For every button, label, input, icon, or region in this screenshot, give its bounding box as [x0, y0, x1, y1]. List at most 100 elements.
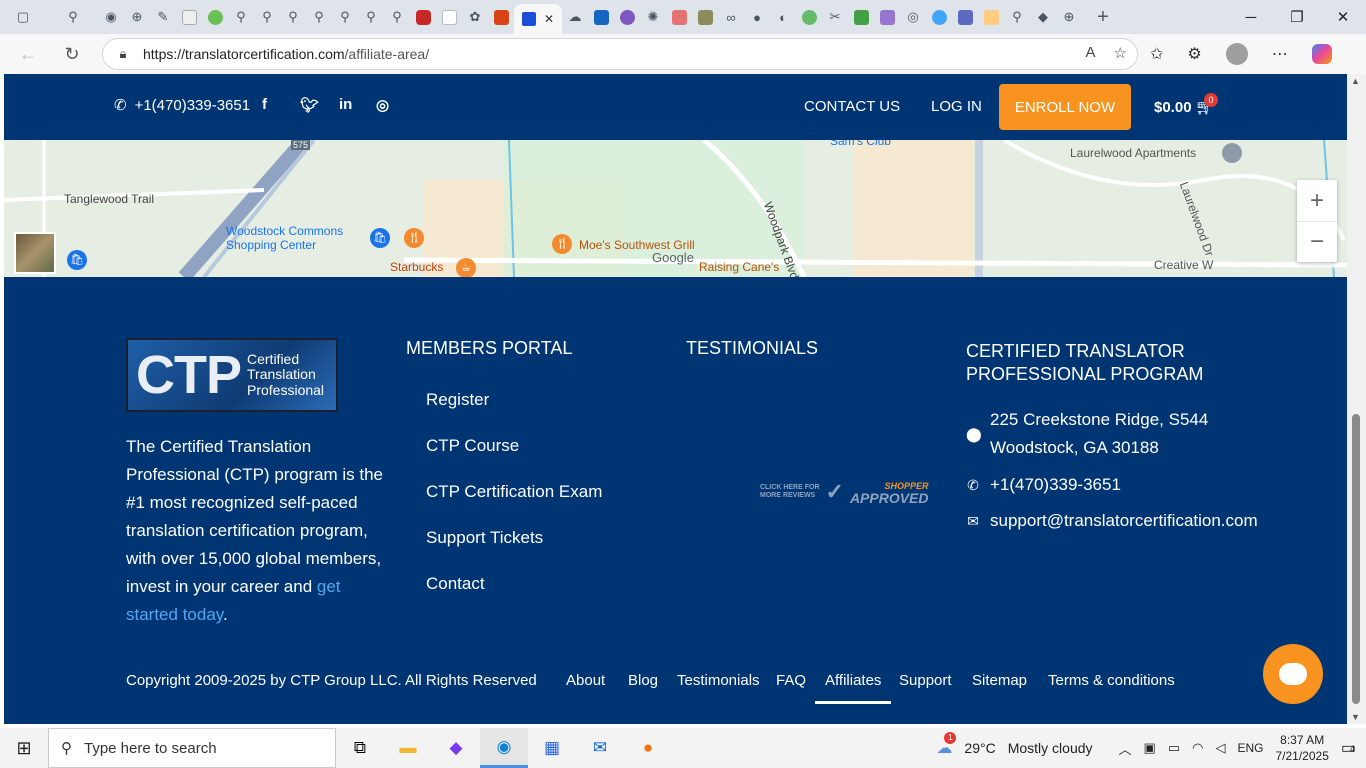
- tab-favicon[interactable]: [692, 4, 718, 30]
- tab-favicon[interactable]: [202, 4, 228, 30]
- cart-total[interactable]: $0.00: [1154, 99, 1192, 116]
- email-row[interactable]: ✉ support@translatorcertification.com: [966, 507, 1258, 535]
- shopper-approved-badge[interactable]: CLICK HERE FOR MORE REVIEWS ✓ SHOPPER AP…: [760, 479, 929, 505]
- outlook-icon[interactable]: ✉: [576, 728, 624, 768]
- search-tab-icon[interactable]: ⚲: [358, 4, 384, 30]
- windows-start-icon[interactable]: ⊞: [0, 728, 48, 768]
- phone-row[interactable]: ✆ +1(470)339-3651: [966, 471, 1121, 499]
- minimize-icon[interactable]: ─: [1228, 0, 1274, 34]
- globe-icon[interactable]: ⊕: [1056, 4, 1082, 30]
- tab-favicon[interactable]: ✺: [640, 4, 666, 30]
- scrollbar-thumb[interactable]: [1352, 414, 1360, 704]
- url-field[interactable]: 🔒︎ https://translatorcertification.com/a…: [102, 38, 1138, 70]
- site-info-icon[interactable]: 🔒︎: [103, 46, 143, 62]
- favorites-icon[interactable]: ✩: [1150, 44, 1163, 64]
- portal-link-contact[interactable]: Contact: [426, 574, 485, 594]
- map-layer-thumbnail[interactable]: [14, 232, 56, 274]
- refresh-icon[interactable]: ↻: [52, 34, 92, 74]
- file-explorer-icon[interactable]: ▬: [384, 728, 432, 768]
- portal-link-register[interactable]: Register: [426, 390, 489, 410]
- twitter-icon[interactable]: 🐦︎: [300, 96, 319, 114]
- tab-favicon[interactable]: [874, 4, 900, 30]
- footer-link-faq[interactable]: FAQ: [776, 672, 806, 689]
- instagram-icon[interactable]: ◎: [376, 96, 389, 114]
- footer-link-blog[interactable]: Blog: [628, 672, 658, 689]
- close-tab-icon[interactable]: ✕: [544, 12, 554, 26]
- tab-favicon[interactable]: [410, 4, 436, 30]
- search-tab-icon[interactable]: ⚲: [254, 4, 280, 30]
- profile-avatar[interactable]: [1225, 43, 1248, 65]
- taskbar-search-box[interactable]: ⚲ Type here to search: [48, 728, 336, 768]
- footer-link-about[interactable]: About: [566, 672, 605, 689]
- taskbar-clock[interactable]: 8:37 AM 7/21/2025: [1275, 732, 1328, 764]
- scroll-down-arrow-icon[interactable]: ▼: [1351, 712, 1360, 722]
- read-aloud-icon[interactable]: A: [1086, 44, 1096, 62]
- tab-favicon[interactable]: [978, 4, 1004, 30]
- portal-link-ctp-course[interactable]: CTP Course: [426, 436, 519, 456]
- tab-favicon[interactable]: ⊕: [124, 4, 150, 30]
- tab-favicon[interactable]: ◆: [1030, 4, 1056, 30]
- close-window-icon[interactable]: ✕: [1320, 0, 1366, 34]
- linkedin-icon[interactable]: in: [339, 96, 352, 113]
- header-phone[interactable]: ✆ +1(470)339-3651: [114, 96, 250, 115]
- portal-link-support-tickets[interactable]: Support Tickets: [426, 528, 543, 548]
- copilot-app-icon[interactable]: ◆: [432, 728, 480, 768]
- log-in-link[interactable]: LOG IN: [931, 98, 982, 115]
- tab-favicon[interactable]: [666, 4, 692, 30]
- search-tab-icon[interactable]: ⚲: [280, 4, 306, 30]
- microsoft-store-icon[interactable]: ▦: [528, 728, 576, 768]
- footer-link-support[interactable]: Support: [899, 672, 952, 689]
- edge-browser-icon[interactable]: ◉: [480, 728, 528, 768]
- task-view-icon[interactable]: ⧉: [336, 728, 384, 768]
- zoom-in-button[interactable]: +: [1297, 180, 1337, 221]
- more-menu-icon[interactable]: ⋯: [1272, 44, 1288, 64]
- search-tab-icon[interactable]: ⚲: [384, 4, 410, 30]
- tab-favicon[interactable]: ◎: [900, 4, 926, 30]
- tab-favicon[interactable]: ∞: [718, 4, 744, 30]
- footer-link-sitemap[interactable]: Sitemap: [972, 672, 1027, 689]
- new-tab-icon[interactable]: +: [1090, 4, 1116, 30]
- search-tab-icon[interactable]: ⚲: [332, 4, 358, 30]
- chevron-up-icon[interactable]: ︿: [1119, 739, 1132, 758]
- tab-favicon[interactable]: [952, 4, 978, 30]
- tab-favicon[interactable]: ◉: [98, 4, 124, 30]
- tab-favicon[interactable]: ✎: [150, 4, 176, 30]
- search-tab-icon[interactable]: ⚲: [1004, 4, 1030, 30]
- embedded-map[interactable]: Tanglewood Trail Woodstock Commons Shopp…: [4, 140, 1347, 277]
- tab-favicon[interactable]: [926, 4, 952, 30]
- copilot-icon[interactable]: [1311, 44, 1332, 64]
- weather-temp[interactable]: 29°C: [964, 740, 995, 756]
- contact-us-link[interactable]: CONTACT US: [804, 98, 900, 115]
- tab-favicon[interactable]: ☁: [562, 4, 588, 30]
- enroll-now-button[interactable]: ENROLL NOW: [999, 84, 1131, 130]
- restore-icon[interactable]: ❐: [1274, 0, 1320, 34]
- chat-launcher-button[interactable]: [1263, 644, 1323, 704]
- footer-link-affiliates[interactable]: Affiliates: [825, 672, 881, 689]
- tab-favicon[interactable]: [588, 4, 614, 30]
- tab-favicon[interactable]: ●: [744, 4, 770, 30]
- battery-icon[interactable]: ▭: [1168, 740, 1180, 756]
- zoom-out-button[interactable]: −: [1297, 221, 1337, 262]
- wifi-icon[interactable]: ◠: [1192, 740, 1203, 756]
- notifications-icon[interactable]: ▭ 4: [1341, 738, 1356, 758]
- tab-favicon[interactable]: [488, 4, 514, 30]
- tab-favicon[interactable]: [796, 4, 822, 30]
- facebook-icon[interactable]: f: [262, 96, 267, 113]
- footer-link-testimonials[interactable]: Testimonials: [677, 672, 760, 689]
- tab-favicon[interactable]: [176, 4, 202, 30]
- tab-favicon[interactable]: ✿: [462, 4, 488, 30]
- scroll-up-arrow-icon[interactable]: ▲: [1351, 76, 1360, 86]
- search-tab-icon[interactable]: ⚲: [306, 4, 332, 30]
- tab-favicon[interactable]: [848, 4, 874, 30]
- language-indicator[interactable]: ENG: [1237, 741, 1263, 755]
- tab-actions-icon[interactable]: ▢: [10, 4, 36, 30]
- back-icon[interactable]: ←: [8, 34, 48, 74]
- footer-link-terms[interactable]: Terms & conditions: [1048, 672, 1175, 689]
- search-tab-icon[interactable]: ⚲: [60, 4, 86, 30]
- search-tab-icon[interactable]: ⚲: [228, 4, 254, 30]
- page-scrollbar[interactable]: ▲ ▼: [1347, 74, 1366, 724]
- tab-favicon[interactable]: ✂: [822, 4, 848, 30]
- ctp-logo[interactable]: CTP Certified Translation Professional: [126, 338, 338, 412]
- firefox-icon[interactable]: ●: [624, 728, 672, 768]
- portal-link-certification-exam[interactable]: CTP Certification Exam: [426, 482, 602, 502]
